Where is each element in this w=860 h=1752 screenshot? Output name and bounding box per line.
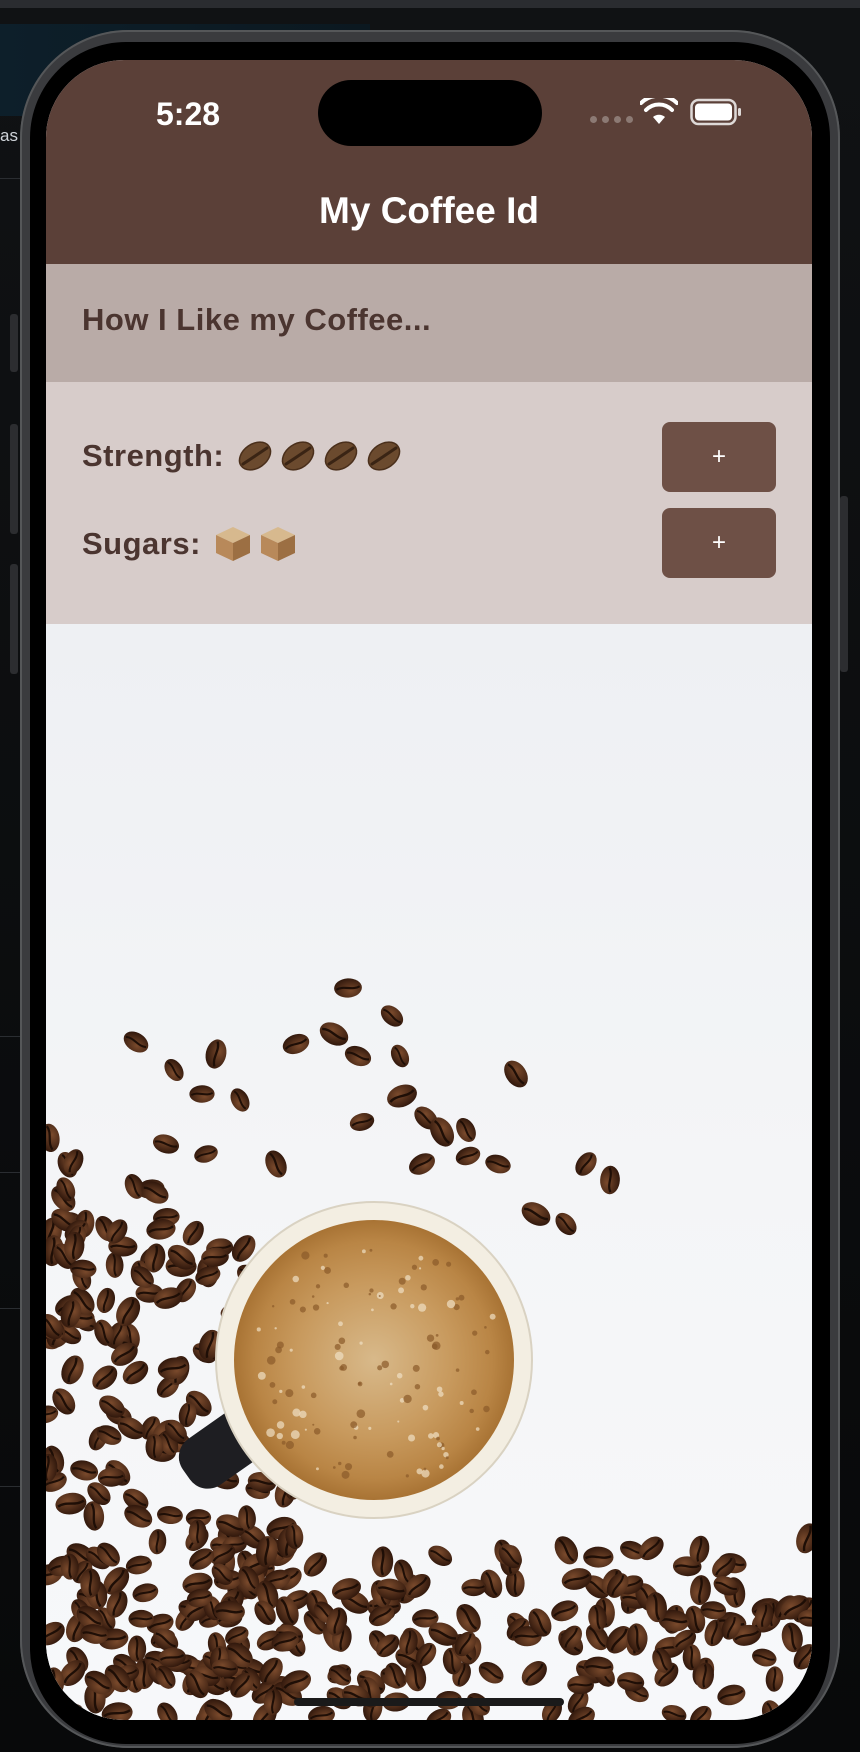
phone-screen: 5:28 My Coffee Id How I Like my Coffee..… <box>46 60 812 1720</box>
sugars-value <box>213 524 298 564</box>
coffee-bean-icon <box>238 441 272 471</box>
desktop-side-text: as <box>0 126 18 145</box>
status-time: 5:28 <box>156 96 221 132</box>
battery-icon <box>690 98 741 126</box>
sugar-cube-icon <box>260 527 295 561</box>
home-indicator <box>294 1698 564 1706</box>
coffee-bean-icon <box>367 441 401 471</box>
strength-value <box>236 437 403 475</box>
coffee-bean-icon <box>281 441 315 471</box>
strength-row: Strength: <box>82 437 403 475</box>
strength-label: Strength: <box>82 438 225 473</box>
section-title: How I Like my Coffee... <box>82 302 432 337</box>
sugar-cube-icon <box>215 527 250 561</box>
cellular-signal-icon <box>590 116 633 123</box>
phone-volume-down-button <box>10 564 18 674</box>
section-header: How I Like my Coffee... <box>46 264 812 382</box>
coffee-cup-and-beans-image <box>46 978 812 1720</box>
sugars-label: Sugars: <box>82 526 201 561</box>
dynamic-island <box>318 80 542 146</box>
coffee-preferences-panel: Strength: + Sugars: + <box>46 382 812 624</box>
coffee-bean-icon <box>324 441 358 471</box>
sugars-row: Sugars: <box>82 524 298 564</box>
app-title: My Coffee Id <box>319 190 539 231</box>
sugars-increment-button[interactable]: + <box>662 508 776 578</box>
wifi-icon <box>640 98 678 124</box>
app-header: 5:28 My Coffee Id <box>46 60 812 264</box>
phone-power-button <box>840 496 848 672</box>
desktop-top-bar <box>0 0 860 8</box>
phone-volume-up-button <box>10 424 18 534</box>
strength-increment-button[interactable]: + <box>662 422 776 492</box>
coffee-background-photo <box>46 624 812 1720</box>
phone-action-button <box>10 314 18 372</box>
